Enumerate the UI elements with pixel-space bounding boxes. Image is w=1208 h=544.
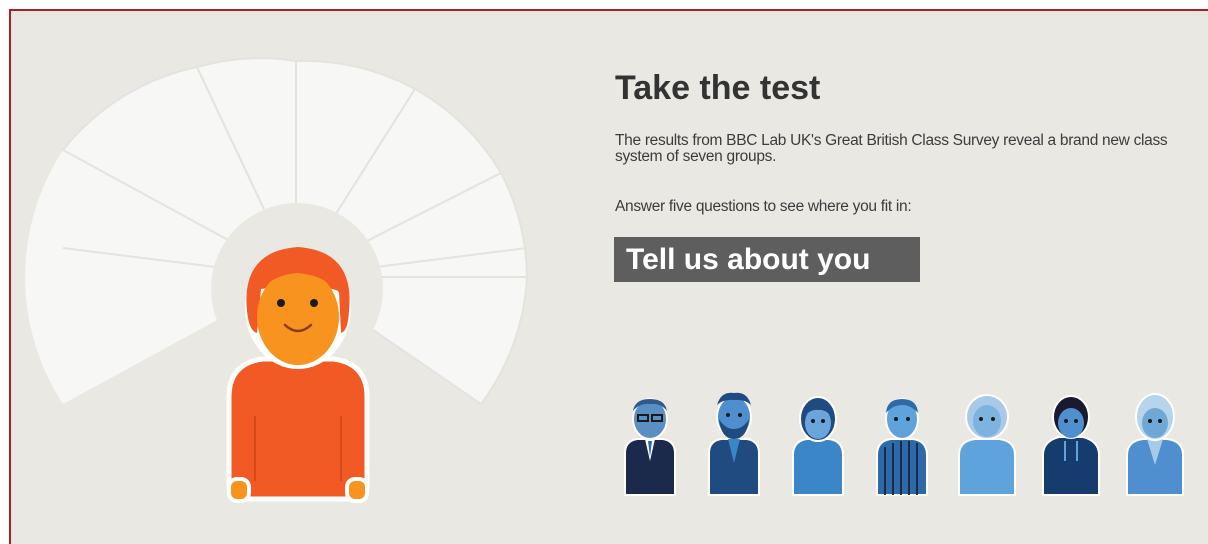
elderly-woman-icon[interactable] [958, 394, 1016, 496]
young-man-hoodie-icon[interactable] [1042, 395, 1100, 496]
orange-person-avatar [226, 247, 370, 503]
man-striped-shirt-icon[interactable] [876, 398, 928, 496]
intro-text: The results from BBC Lab UK's Great Brit… [615, 132, 1168, 165]
prompt-text: Answer five questions to see where you f… [615, 198, 912, 215]
bearded-man-icon[interactable] [708, 392, 760, 496]
woman-bob-hair-icon[interactable] [792, 396, 844, 496]
hero-illustration [25, 57, 529, 503]
page-frame: Take the test The results from BBC Lab U… [9, 9, 1208, 544]
bald-man-glasses-icon[interactable] [624, 398, 676, 496]
page-title: Take the test [615, 69, 821, 107]
class-groups-row [624, 392, 1184, 496]
tell-us-about-you-button[interactable]: Tell us about you [614, 237, 920, 282]
woman-jacket-icon[interactable] [1126, 393, 1184, 496]
